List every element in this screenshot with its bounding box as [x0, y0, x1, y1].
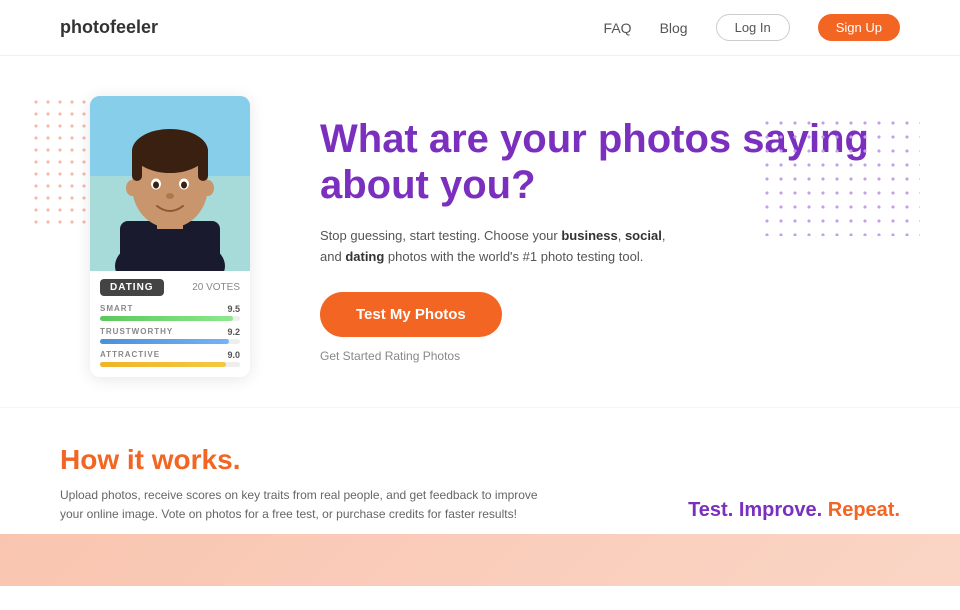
logo: photofeeler — [60, 17, 158, 38]
votes-display: 20 VOTES — [192, 282, 240, 293]
nav-faq[interactable]: FAQ — [604, 20, 632, 36]
hero-section: DATING 20 VOTES SMART 9.5 TRU — [0, 56, 960, 407]
cta-button[interactable]: Test My Photos — [320, 292, 502, 337]
stat-attractive: ATTRACTIVE 9.0 — [100, 350, 240, 367]
profile-photo — [90, 96, 250, 271]
navbar: photofeeler FAQ Blog Log In Sign Up — [0, 0, 960, 56]
signup-button[interactable]: Sign Up — [818, 14, 900, 41]
get-started-label: Get Started Rating Photos — [320, 349, 460, 363]
stat-attractive-score: 9.0 — [227, 350, 240, 360]
test-improve-label: Test. Improve. Repeat. — [688, 499, 900, 522]
photo-stats-bar: DATING 20 VOTES SMART 9.5 TRU — [90, 271, 250, 377]
dot-grid-purple — [760, 116, 920, 236]
stat-attractive-label: ATTRACTIVE — [100, 350, 160, 360]
repeat-label: Repeat. — [828, 499, 900, 521]
hero-description: Stop guessing, start testing. Choose you… — [320, 226, 680, 268]
stat-smart-label: SMART — [100, 304, 133, 314]
bottom-accent-bar — [0, 534, 960, 586]
photo-card: DATING 20 VOTES SMART 9.5 TRU — [90, 96, 250, 377]
person-illustration — [90, 96, 250, 271]
votes-text: VOTES — [206, 282, 240, 293]
votes-count: 20 — [192, 282, 203, 293]
stat-trustworthy: TRUSTWORTHY 9.2 — [100, 327, 240, 344]
category-tab: DATING — [100, 279, 164, 296]
stat-trustworthy-label: TRUSTWORTHY — [100, 327, 173, 337]
stat-smart: SMART 9.5 — [100, 304, 240, 321]
hero-photo-panel: DATING 20 VOTES SMART 9.5 TRU — [60, 96, 260, 377]
login-button[interactable]: Log In — [716, 14, 790, 41]
nav-links: FAQ Blog Log In Sign Up — [604, 14, 900, 41]
stat-trustworthy-score: 9.2 — [227, 327, 240, 337]
how-description: Upload photos, receive scores on key tra… — [60, 486, 540, 524]
how-title: How it works. — [60, 444, 900, 476]
nav-blog[interactable]: Blog — [660, 20, 688, 36]
stat-smart-score: 9.5 — [227, 304, 240, 314]
